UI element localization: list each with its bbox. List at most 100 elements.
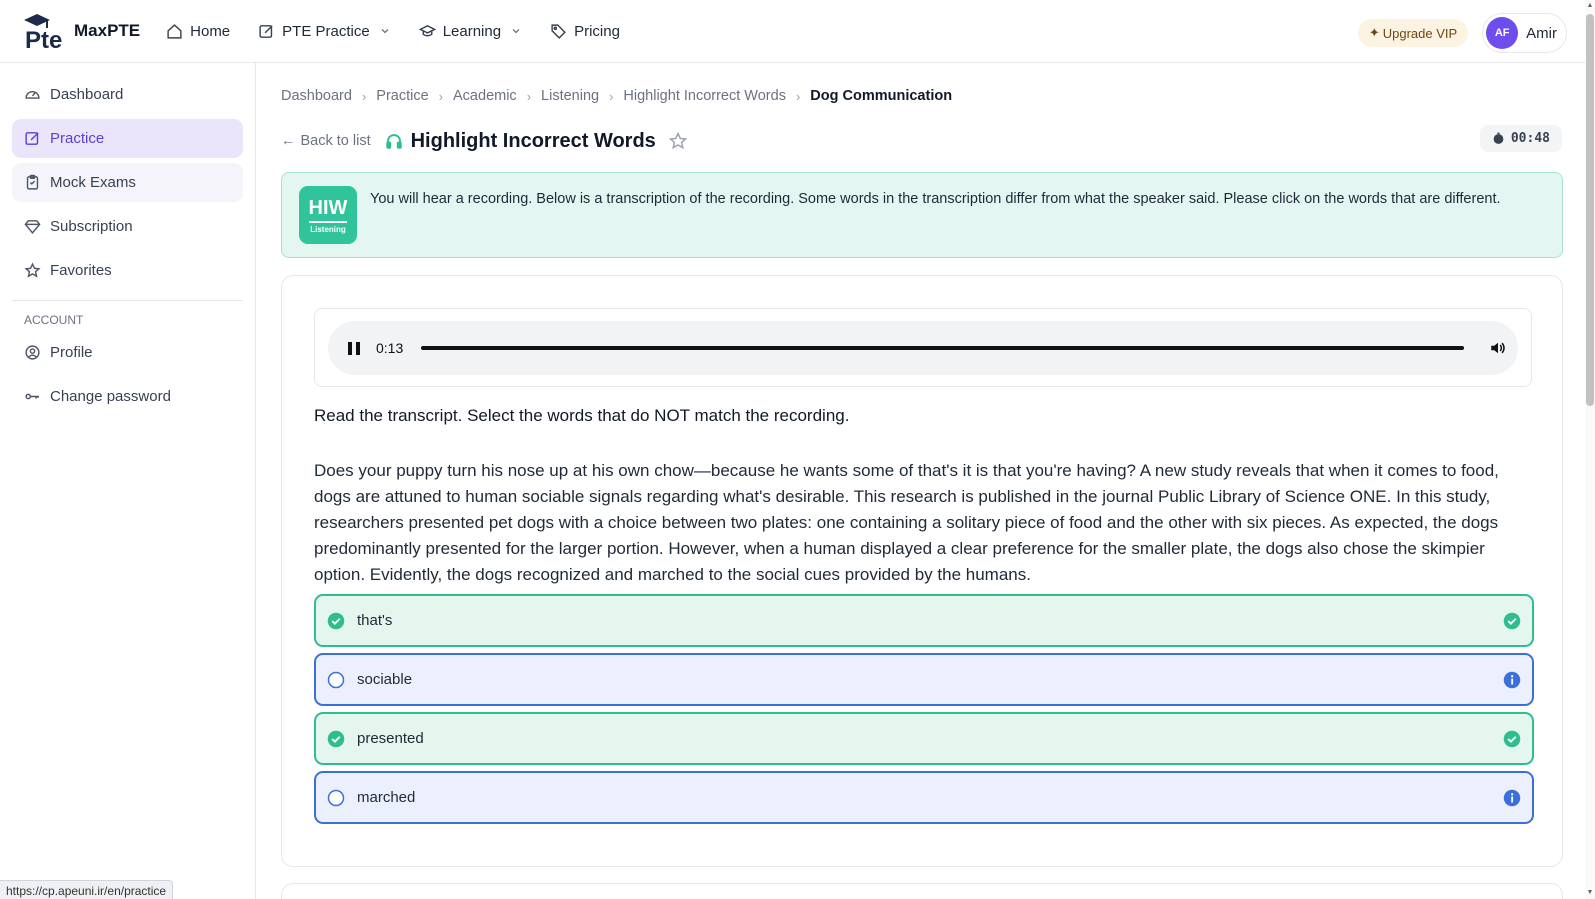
back-to-list-link[interactable]: ← Back to list: [281, 133, 371, 149]
page-title: Highlight Incorrect Words: [410, 129, 656, 152]
nav-pte-practice[interactable]: PTE Practice: [258, 23, 391, 40]
sidebar-divider: [12, 300, 243, 301]
sidebar-item-label: Practice: [50, 130, 105, 147]
question-card: 0:13 Read the transcript. Select the wor…: [281, 275, 1563, 867]
clipboard-icon: [26, 174, 39, 190]
nav-home[interactable]: Home: [166, 23, 230, 40]
breadcrumb-listening[interactable]: Listening: [541, 88, 599, 104]
star-icon: [24, 262, 41, 278]
sidebar-section-account: ACCOUNT: [24, 313, 84, 327]
scrollbar[interactable]: ▲ ▼: [1585, 0, 1595, 899]
check-circle-icon: [327, 612, 345, 629]
chevron-right-icon: ›: [361, 88, 367, 104]
nav-pte-practice-label: PTE Practice: [282, 22, 370, 40]
graduation-cap-icon: [418, 24, 436, 36]
sparkle-icon: ✦: [1368, 25, 1380, 40]
sidebar-item-label: Change password: [50, 388, 171, 405]
answer-option[interactable]: that's: [314, 594, 1534, 647]
correct-check-icon: [1503, 612, 1521, 630]
breadcrumb-practice[interactable]: Practice: [376, 88, 428, 104]
breadcrumb-question-type[interactable]: Highlight Incorrect Words: [623, 88, 786, 104]
nav-pricing-label: Pricing: [574, 22, 620, 40]
sidebar-item-label: Profile: [50, 344, 93, 361]
avatar: AF: [1486, 17, 1519, 49]
sidebar-item-subscription[interactable]: Subscription: [12, 207, 243, 246]
answer-option[interactable]: presented: [314, 712, 1534, 765]
title-bar: ← Back to list Highlight Incorrect Words…: [281, 125, 1562, 156]
chevron-right-icon: ›: [526, 88, 532, 104]
key-icon: [25, 393, 39, 400]
diamond-icon: [24, 220, 41, 234]
sidebar-item-label: Dashboard: [50, 86, 124, 103]
transcript[interactable]: Does your puppy turn his nose up at his …: [314, 458, 1536, 588]
audio-current-time: 0:13: [376, 340, 404, 356]
badge-divider: [309, 221, 347, 223]
task-prompt: Read the transcript. Select the words th…: [314, 406, 850, 425]
info-icon: [1503, 789, 1521, 807]
question-type-badge: HIW Listening: [299, 186, 357, 244]
brand[interactable]: Pte MaxPTE: [22, 11, 166, 54]
top-navbar: Pte MaxPTE Home PTE Practice Learning Pr…: [0, 0, 1595, 63]
answer-word: presented: [357, 730, 424, 747]
scrollbar-thumb[interactable]: [1586, 14, 1594, 406]
timer-value: 00:48: [1510, 131, 1550, 146]
breadcrumb-academic[interactable]: Academic: [453, 88, 517, 104]
audio-player: 0:13: [328, 321, 1518, 375]
scroll-down-icon[interactable]: ▼: [1586, 889, 1594, 897]
favorite-star-icon[interactable]: [668, 131, 688, 151]
user-circle-icon: [25, 345, 40, 360]
answer-word: that's: [357, 612, 393, 629]
chevron-down-icon: [381, 29, 389, 34]
sidebar-item-mock-exams[interactable]: Mock Exams: [12, 163, 243, 202]
audio-progress-bar[interactable]: [421, 346, 1464, 350]
back-to-list-label: Back to list: [300, 133, 371, 149]
sidebar: Dashboard Practice Mock Exams Subscripti…: [0, 63, 256, 899]
empty-circle-icon: [327, 789, 345, 806]
empty-circle-icon: [327, 671, 345, 688]
sidebar-item-label: Mock Exams: [50, 174, 136, 191]
volume-icon[interactable]: [1489, 339, 1507, 357]
logo-text: Pte: [25, 27, 62, 51]
answer-word: marched: [357, 789, 416, 806]
upgrade-vip-button[interactable]: ✦ Upgrade VIP: [1357, 19, 1469, 47]
badge-category: Listening: [310, 225, 346, 234]
tag-icon: [551, 23, 566, 39]
brand-name: MaxPTE: [74, 21, 141, 40]
user-menu[interactable]: AF Amir: [1482, 13, 1567, 53]
audio-progress-fill: [421, 346, 1464, 350]
answer-option[interactable]: marched: [314, 771, 1534, 824]
home-icon: [167, 23, 182, 39]
breadcrumb: Dashboard › Practice › Academic › Listen…: [281, 88, 952, 104]
scroll-up-icon[interactable]: ▲: [1586, 2, 1594, 10]
sidebar-item-dashboard[interactable]: Dashboard: [12, 75, 243, 114]
info-icon: [1503, 671, 1521, 689]
nav-learning[interactable]: Learning: [418, 23, 522, 40]
arrow-left-icon: ←: [281, 133, 296, 149]
sidebar-item-label: Subscription: [50, 218, 133, 235]
sidebar-item-profile[interactable]: Profile: [12, 333, 243, 372]
timer: 00:48: [1479, 125, 1562, 152]
chevron-down-icon: [512, 29, 520, 34]
sidebar-item-change-password[interactable]: Change password: [12, 377, 243, 416]
nav-home-label: Home: [190, 22, 231, 40]
logo[interactable]: Pte: [22, 11, 68, 54]
edit-icon: [25, 132, 39, 145]
breadcrumb-current: Dog Communication: [810, 88, 953, 104]
sidebar-item-practice[interactable]: Practice: [12, 119, 243, 158]
answer-option[interactable]: sociable: [314, 653, 1534, 706]
answer-word: sociable: [357, 671, 413, 688]
headphones-icon: [385, 134, 402, 149]
pause-button[interactable]: [346, 340, 362, 356]
check-circle-icon: [327, 730, 345, 747]
instruction-text: You will hear a recording. Below is a tr…: [370, 191, 1501, 207]
edit-icon: [259, 24, 273, 38]
chevron-right-icon: ›: [795, 88, 801, 104]
upgrade-vip-label: Upgrade VIP: [1382, 25, 1458, 41]
user-name: Amir: [1526, 24, 1557, 42]
breadcrumb-dashboard[interactable]: Dashboard: [281, 88, 352, 104]
sidebar-item-favorites[interactable]: Favorites: [12, 251, 243, 290]
stopwatch-icon: [1493, 132, 1504, 144]
chevron-right-icon: ›: [438, 88, 444, 104]
status-bar-url: https://cp.apeuni.ir/en/practice: [0, 880, 174, 899]
nav-pricing[interactable]: Pricing: [550, 23, 620, 40]
